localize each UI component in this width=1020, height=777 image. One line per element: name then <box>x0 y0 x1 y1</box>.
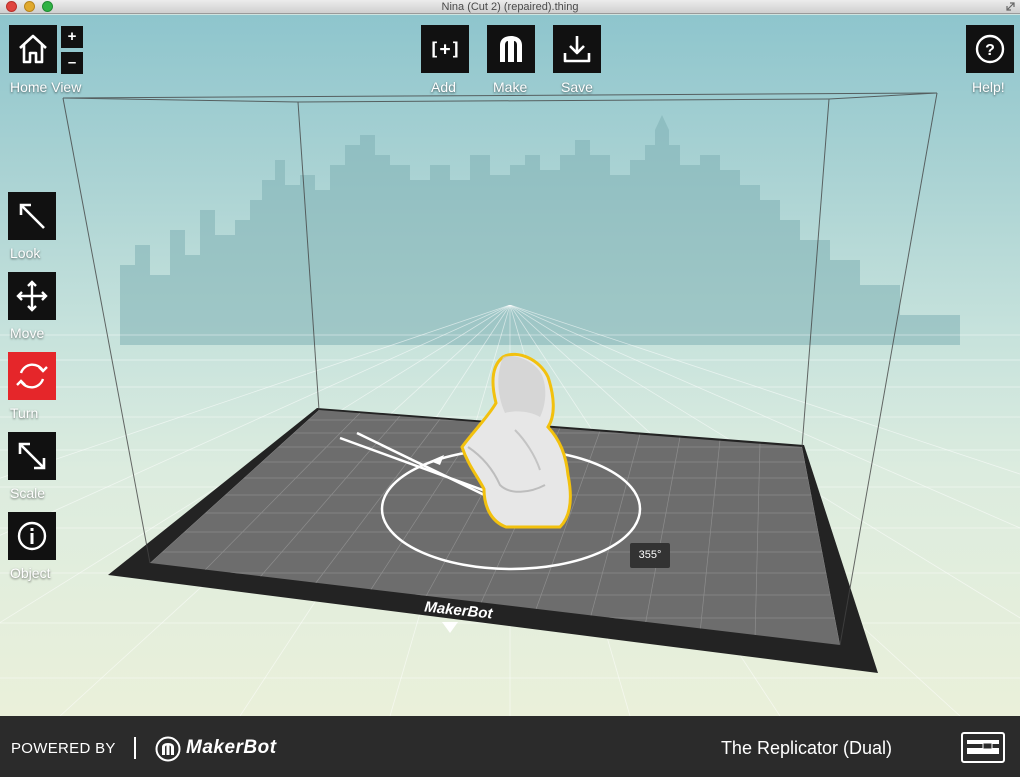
object-tool-label: Object <box>10 565 51 581</box>
makerbot-m-icon <box>500 36 522 62</box>
plate-front-marker <box>442 622 458 633</box>
move-cross-icon <box>16 280 48 312</box>
printer-select-button[interactable] <box>961 732 1005 763</box>
add-icon: [+] <box>428 38 462 60</box>
home-view-label: Home View <box>10 79 82 95</box>
help-label: Help! <box>972 79 1005 95</box>
window-title: Nina (Cut 2) (repaired).thing <box>441 1 579 13</box>
make-button[interactable] <box>487 25 535 73</box>
fullscreen-icon[interactable] <box>1005 1 1016 12</box>
move-tool-label: Move <box>10 325 45 341</box>
zoom-out-button[interactable]: – <box>61 52 83 74</box>
window-titlebar: Nina (Cut 2) (repaired).thing <box>0 0 1020 14</box>
footer-divider <box>134 737 136 759</box>
make-label: Make <box>493 79 528 95</box>
save-button[interactable] <box>553 25 601 73</box>
zoom-in-button[interactable]: + <box>61 26 83 48</box>
home-view-button[interactable] <box>9 25 57 73</box>
printer-icon <box>967 740 999 754</box>
save-label: Save <box>561 79 593 95</box>
makerbot-logo-icon <box>155 736 181 762</box>
look-tool-label: Look <box>10 245 41 261</box>
scale-tool-button[interactable] <box>8 432 56 480</box>
move-tool-button[interactable] <box>8 272 56 320</box>
look-tool-button[interactable] <box>8 192 56 240</box>
object-tool-button[interactable] <box>8 512 56 560</box>
footer-bar: POWERED BY MakerBot The Replicator (Dual… <box>0 716 1020 777</box>
help-button[interactable]: ? <box>966 25 1014 73</box>
scale-tool-label: Scale <box>10 485 46 501</box>
printer-name: The Replicator (Dual) <box>720 738 892 758</box>
build-viewport[interactable]: MakerBot Home View + – [+] Add Make Save… <box>0 15 1020 716</box>
scene-canvas: MakerBot <box>0 92 1020 716</box>
scale-arrow-icon <box>18 442 46 470</box>
look-arrow-icon <box>19 203 45 229</box>
info-icon <box>17 521 47 551</box>
turn-tool-label: Turn <box>10 405 39 421</box>
turn-rotate-icon <box>16 363 48 389</box>
powered-by-label: POWERED BY <box>11 740 116 757</box>
help-icon: ? <box>975 34 1005 64</box>
add-label: Add <box>431 79 456 95</box>
footer-brand: MakerBot <box>186 737 277 758</box>
svg-text:?: ? <box>985 42 995 59</box>
rotation-angle-readout: 355° <box>630 543 670 568</box>
add-button[interactable]: [+] <box>421 25 469 73</box>
city-skyline <box>120 115 960 345</box>
home-icon <box>19 34 47 64</box>
turn-tool-button[interactable] <box>8 352 56 400</box>
download-icon <box>563 36 591 63</box>
